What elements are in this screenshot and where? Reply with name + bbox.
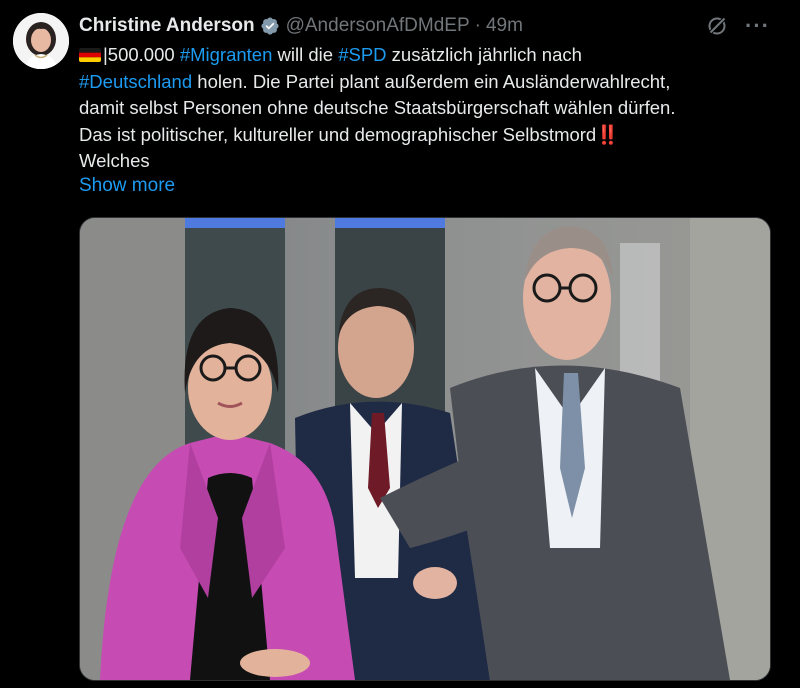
photo-illustration <box>80 218 770 680</box>
show-more-link[interactable]: Show more <box>79 175 175 197</box>
tweet-line-5: Welches <box>79 150 150 171</box>
tweet-line-3: damit selbst Personen ohne deutsche Staa… <box>79 97 676 118</box>
profile-photo <box>13 13 69 69</box>
tweet-text: |500.000 #Migranten will die #SPD zusätz… <box>79 42 779 175</box>
hashtag-spd[interactable]: #SPD <box>338 44 386 65</box>
grok-icon[interactable] <box>705 14 729 38</box>
tweet-text-segment: Das ist politischer, kultureller und dem… <box>79 123 597 145</box>
tweet-text-segment: will die <box>272 44 339 65</box>
hashtag-migranten[interactable]: #Migranten <box>180 44 273 65</box>
double-exclamation-emoji: ‼️ <box>596 123 620 145</box>
german-flag-emoji <box>79 48 101 62</box>
separator-dot: · <box>474 15 481 36</box>
author-name[interactable]: Christine Anderson <box>79 15 255 37</box>
tweet-line-4: Das ist politischer, kultureller und dem… <box>79 122 779 149</box>
tweet-card[interactable]: Christine Anderson @AndersonAfDMdEP · 49… <box>0 0 800 688</box>
timestamp[interactable]: 49m <box>486 15 523 37</box>
tweet-text-segment: |500.000 <box>103 44 180 65</box>
tweet-line-1: |500.000 #Migranten will die #SPD zusätz… <box>79 42 779 69</box>
hashtag-deutschland[interactable]: #Deutschland <box>79 71 192 92</box>
avatar[interactable] <box>13 13 69 69</box>
more-options-icon[interactable]: ··· <box>745 15 770 37</box>
tweet-text-segment: zusätzlich jährlich nach <box>386 44 582 65</box>
author-handle[interactable]: @AndersonAfDMdEP <box>286 15 470 37</box>
tweet-text-segment: holen. Die Partei plant außerdem ein Aus… <box>192 70 671 92</box>
verified-badge-icon <box>261 17 279 35</box>
tweet-header: Christine Anderson @AndersonAfDMdEP · 49… <box>79 12 523 40</box>
tweet-actions-top: ··· <box>705 14 770 38</box>
tweet-line-2: #Deutschland holen. Die Partei plant auß… <box>79 69 779 96</box>
tweet-media-photo[interactable] <box>79 217 771 681</box>
